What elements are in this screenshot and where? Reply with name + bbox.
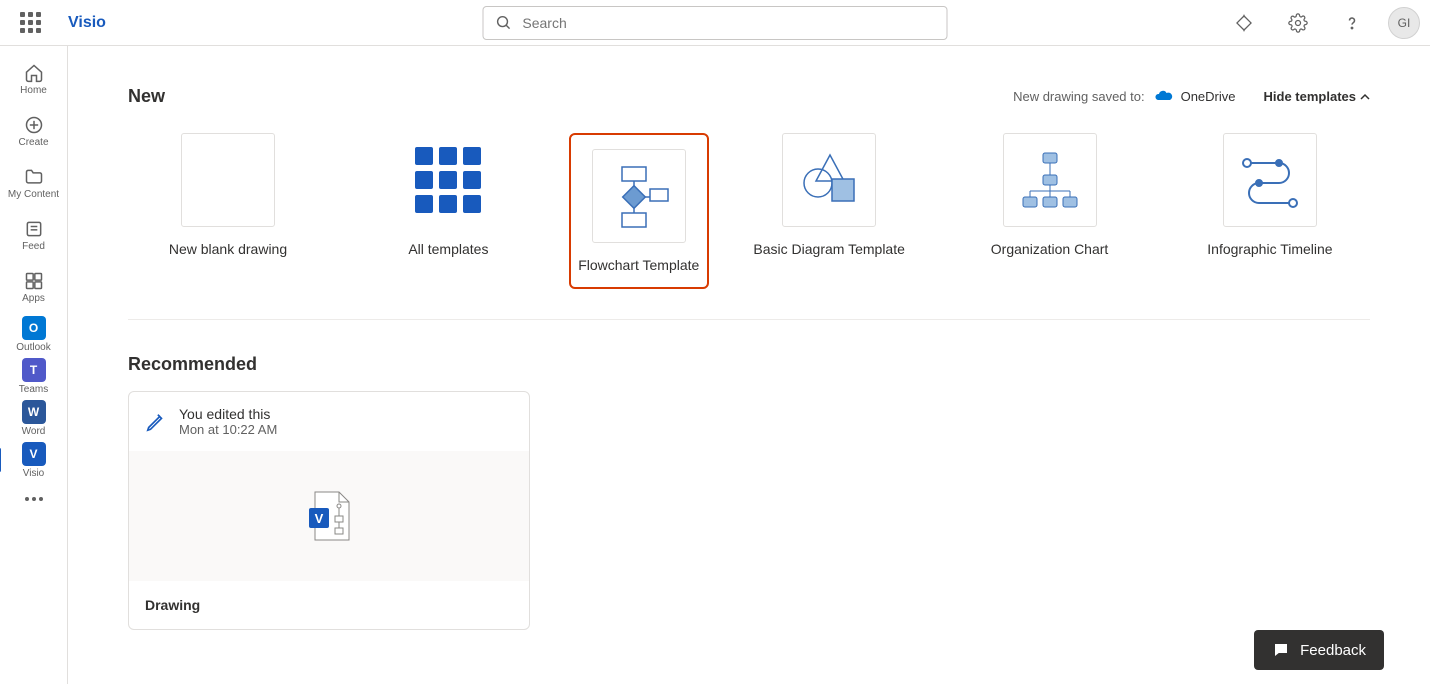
recommended-line1: You edited this: [179, 406, 277, 422]
onedrive-icon: [1153, 90, 1173, 104]
flowchart-icon: [604, 161, 674, 231]
diamond-icon: [1234, 13, 1254, 33]
search-input[interactable]: [522, 15, 934, 31]
search-container: [483, 6, 948, 40]
rail-word-label: Word: [22, 426, 46, 437]
template-all[interactable]: All templates: [348, 133, 548, 289]
template-label: Basic Diagram Template: [753, 241, 904, 257]
home-icon: [24, 63, 44, 83]
template-label: Flowchart Template: [578, 257, 699, 273]
rail-teams[interactable]: T Teams: [2, 356, 66, 396]
shapes-icon: [794, 145, 864, 215]
visio-icon: V: [22, 442, 46, 466]
visio-file-icon: V: [301, 488, 357, 544]
top-right-controls: GI: [1226, 5, 1420, 41]
rail-visio[interactable]: V Visio: [2, 440, 66, 480]
waffle-icon: [20, 12, 41, 33]
word-icon: W: [22, 400, 46, 424]
app-title: Visio: [68, 14, 106, 32]
rail-outlook-label: Outlook: [16, 342, 50, 353]
avatar[interactable]: GI: [1388, 7, 1420, 39]
main-content: New New drawing saved to: OneDrive Hide …: [68, 46, 1430, 684]
rail-feed-label: Feed: [22, 241, 45, 252]
outlook-icon: O: [22, 316, 46, 340]
recommended-card[interactable]: You edited this Mon at 10:22 AM V Drawin…: [128, 391, 530, 630]
timeline-icon: [1235, 145, 1305, 215]
template-label: Infographic Timeline: [1207, 241, 1332, 257]
rail-feed[interactable]: Feed: [2, 210, 66, 260]
rail-create-label: Create: [18, 137, 48, 148]
basic-diagram-thumb: [782, 133, 876, 227]
new-header: New New drawing saved to: OneDrive Hide …: [128, 86, 1370, 107]
rail-create[interactable]: Create: [2, 106, 66, 156]
pencil-icon: [145, 411, 167, 433]
rail-apps-label: Apps: [22, 293, 45, 304]
template-infographic-timeline[interactable]: Infographic Timeline: [1170, 133, 1370, 289]
template-flowchart[interactable]: Flowchart Template: [569, 133, 709, 289]
recommended-filename: Drawing: [129, 581, 529, 629]
feedback-icon: [1272, 641, 1290, 659]
feedback-button[interactable]: Feedback: [1254, 630, 1384, 670]
create-icon: [24, 115, 44, 135]
rail-more[interactable]: [2, 482, 66, 516]
top-bar: Visio GI: [0, 0, 1430, 46]
all-templates-thumb: [401, 133, 495, 227]
rail-visio-label: Visio: [23, 468, 45, 479]
recommended-line2: Mon at 10:22 AM: [179, 422, 277, 437]
teams-icon: T: [22, 358, 46, 382]
folder-icon: [24, 167, 44, 187]
rail-home-label: Home: [20, 85, 47, 96]
template-basic-diagram[interactable]: Basic Diagram Template: [729, 133, 929, 289]
template-label: All templates: [408, 241, 488, 257]
settings-button[interactable]: [1280, 5, 1316, 41]
recommended-preview: V: [129, 451, 529, 581]
org-chart-icon: [1015, 145, 1085, 215]
rail-word[interactable]: W Word: [2, 398, 66, 438]
grid-icon: [415, 147, 481, 213]
template-label: New blank drawing: [169, 241, 287, 257]
new-header-right: New drawing saved to: OneDrive Hide temp…: [1013, 89, 1370, 104]
feed-icon: [24, 219, 44, 239]
chevron-up-icon: [1360, 92, 1370, 102]
gear-icon: [1288, 13, 1308, 33]
ellipsis-icon: [25, 497, 43, 501]
hide-templates-label: Hide templates: [1264, 89, 1356, 104]
blank-thumb: [181, 133, 275, 227]
rail-teams-label: Teams: [19, 384, 48, 395]
template-blank[interactable]: New blank drawing: [128, 133, 328, 289]
search-icon: [496, 14, 513, 32]
recommended-card-header: You edited this Mon at 10:22 AM: [129, 392, 529, 451]
svg-text:V: V: [315, 511, 324, 526]
rail-outlook[interactable]: O Outlook: [2, 314, 66, 354]
rail-apps[interactable]: Apps: [2, 262, 66, 312]
rail-my-content[interactable]: My Content: [2, 158, 66, 208]
rail-home[interactable]: Home: [2, 54, 66, 104]
timeline-thumb: [1223, 133, 1317, 227]
rail-content-label: My Content: [8, 189, 59, 200]
help-button[interactable]: [1334, 5, 1370, 41]
feedback-label: Feedback: [1300, 642, 1366, 659]
apps-icon: [24, 271, 44, 291]
diamond-icon-button[interactable]: [1226, 5, 1262, 41]
help-icon: [1342, 13, 1362, 33]
left-rail: Home Create My Content Feed Apps O Outlo…: [0, 46, 68, 684]
recommended-title: Recommended: [128, 354, 1370, 375]
saved-to-label: New drawing saved to:: [1013, 89, 1145, 104]
template-label: Organization Chart: [991, 241, 1109, 257]
new-title: New: [128, 86, 165, 107]
search-box[interactable]: [483, 6, 948, 40]
flowchart-thumb: [592, 149, 686, 243]
template-org-chart[interactable]: Organization Chart: [950, 133, 1150, 289]
app-launcher-button[interactable]: [10, 3, 50, 43]
hide-templates-button[interactable]: Hide templates: [1264, 89, 1370, 104]
saved-to-location[interactable]: OneDrive: [1181, 89, 1236, 104]
templates-row: New blank drawing All templates: [128, 133, 1370, 320]
org-chart-thumb: [1003, 133, 1097, 227]
